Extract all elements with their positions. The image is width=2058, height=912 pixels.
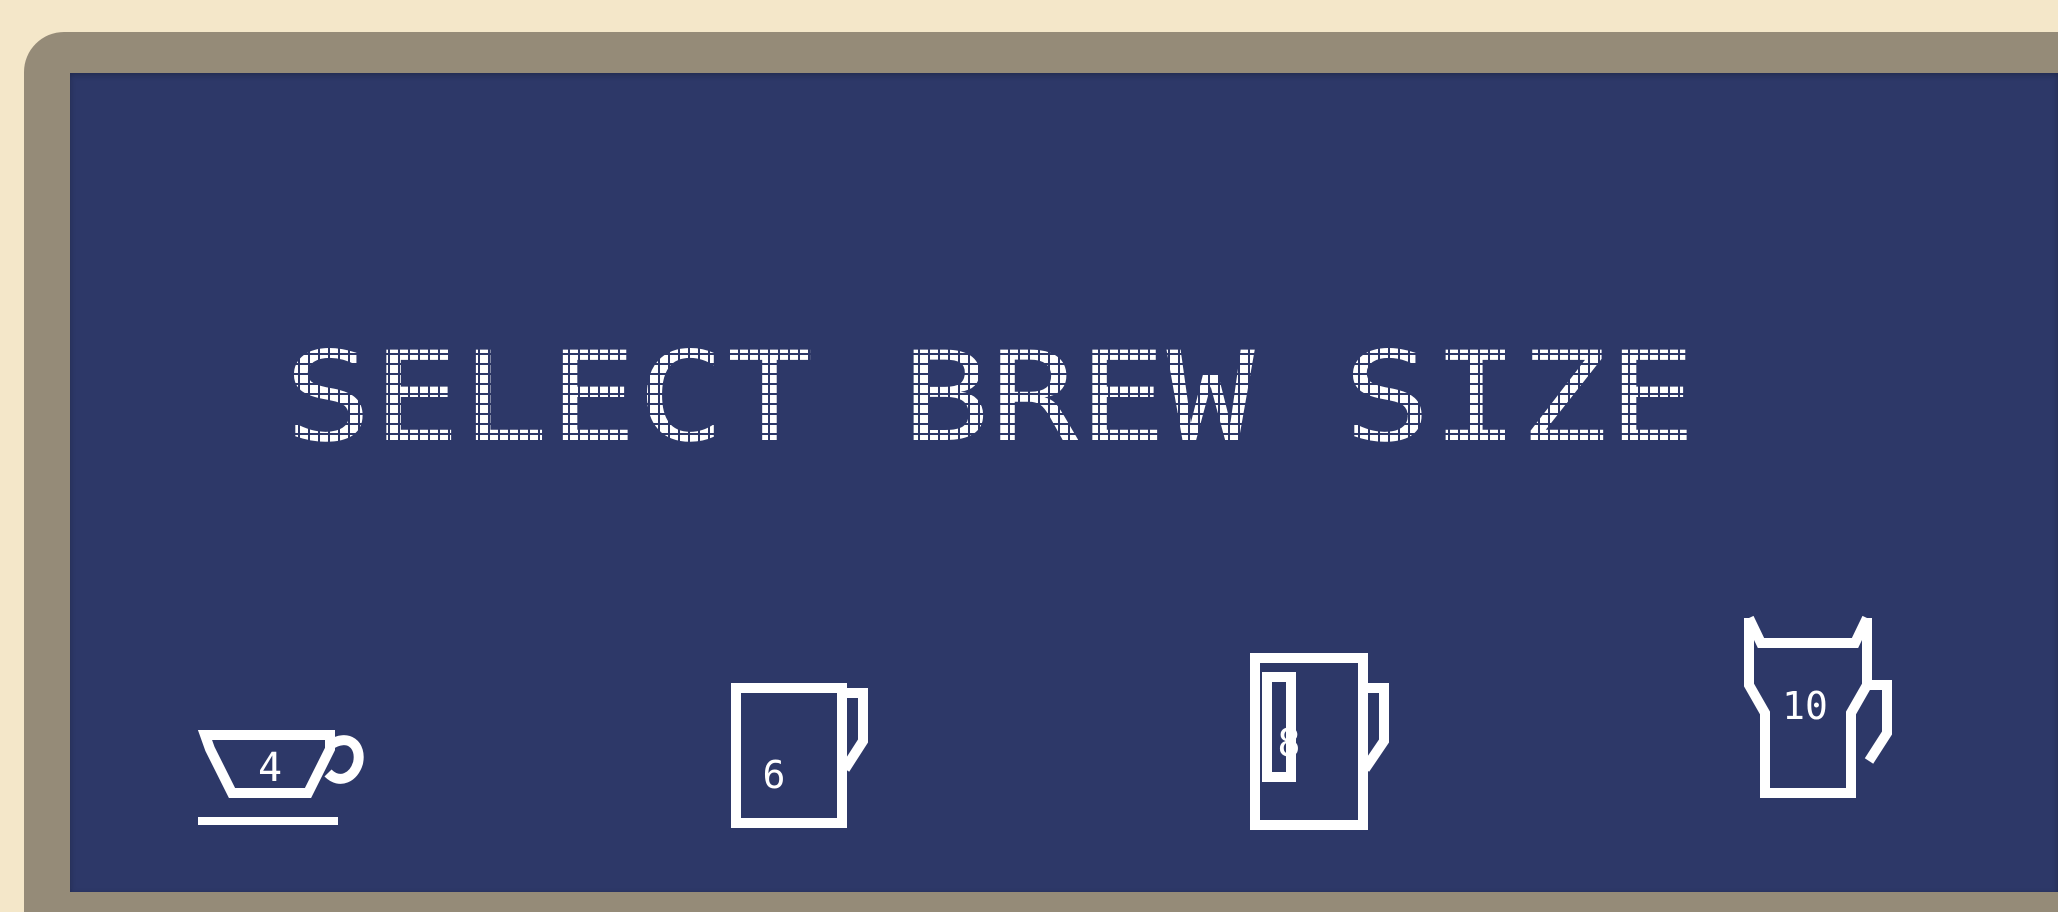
size-label: 10	[1782, 684, 1828, 728]
prompt-title: SELECT BREW SIZE	[70, 245, 2058, 445]
prompt-text: SELECT BREW SIZE	[284, 326, 1696, 445]
tall-mug-icon: 8	[1250, 653, 1389, 830]
brew-size-6-button[interactable]: 6	[727, 683, 897, 833]
brew-size-10-button[interactable]: 10	[1741, 613, 1921, 803]
mug-icon: 6	[731, 683, 868, 828]
brew-size-8-button[interactable]: 8	[1247, 653, 1417, 833]
size-label: 4	[258, 745, 282, 791]
size-label: 6	[763, 753, 786, 797]
cup-icon: 4	[197, 730, 364, 825]
display-screen: SELECT BREW SIZE 4 6 8 10	[70, 73, 2058, 892]
size-label: 8	[1278, 721, 1301, 765]
brew-size-4-button[interactable]: 4	[190, 713, 370, 825]
travel-mug-icon: 10	[1744, 615, 1892, 798]
